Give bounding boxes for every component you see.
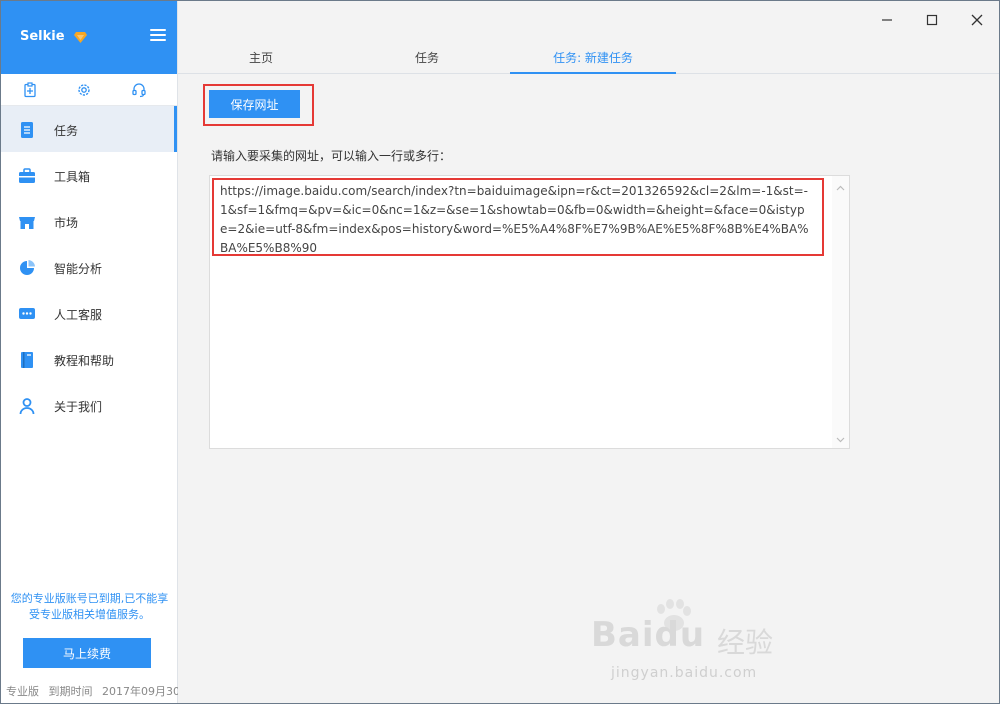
url-highlight-box (212, 178, 824, 256)
version-info: 专业版 到期时间 2017年09月30日 (6, 683, 191, 699)
scroll-up-icon[interactable] (836, 182, 845, 191)
app-window: Selkie 任务 工具箱 市场 智能分析 人工客服 教程和帮助 关于我们 您的… (0, 0, 1000, 704)
watermark-suffix: 经验 (717, 626, 774, 659)
sidebar-item-label: 关于我们 (54, 400, 103, 414)
task-icon (18, 121, 36, 139)
sidebar-item-task[interactable]: 任务 (1, 106, 177, 152)
chat-icon (18, 305, 36, 323)
sidebar-item-support[interactable]: 人工客服 (1, 290, 177, 336)
brand-header: Selkie (1, 1, 177, 74)
sidebar-item-label: 教程和帮助 (54, 354, 115, 368)
expired-notice-line: 您的专业版账号已到期,已不能享 (10, 592, 169, 605)
textarea-scrollbar[interactable] (832, 176, 849, 448)
save-button-highlight: 保存网址 (203, 84, 314, 126)
sidebar-item-toolbox[interactable]: 工具箱 (1, 152, 177, 198)
sidebar-item-about[interactable]: 关于我们 (1, 382, 177, 428)
tab-home[interactable]: 主页 (178, 49, 344, 74)
window-controls (864, 1, 999, 41)
tab-new-task[interactable]: 任务: 新建任务 (510, 49, 676, 74)
gear-icon[interactable] (76, 82, 92, 98)
diamond-icon (74, 32, 87, 46)
version-label: 专业版 (6, 685, 39, 698)
watermark-url: jingyan.baidu.com (611, 665, 758, 681)
scroll-down-icon[interactable] (836, 433, 845, 443)
headset-icon[interactable] (131, 82, 147, 98)
quick-actions (1, 74, 177, 106)
sidebar-item-label: 智能分析 (54, 262, 103, 276)
sidebar-item-analysis[interactable]: 智能分析 (1, 244, 177, 290)
sidebar-item-market[interactable]: 市场 (1, 198, 177, 244)
minimize-icon[interactable] (864, 1, 909, 39)
expiry-label: 到期时间 (48, 685, 93, 698)
hamburger-menu-icon[interactable] (150, 29, 166, 43)
pie-chart-icon (18, 259, 36, 277)
sidebar-item-label: 市场 (54, 216, 79, 230)
url-textarea[interactable]: https://image.baidu.com/search/index?tn=… (209, 175, 850, 449)
clipboard-icon[interactable] (22, 82, 38, 98)
save-url-button[interactable]: 保存网址 (209, 90, 300, 118)
expired-notice-line: 受专业版相关增值服务。 (29, 608, 150, 621)
toolbox-icon (18, 167, 36, 185)
renew-button[interactable]: 马上续费 (23, 638, 151, 668)
tab-bar: 主页 任务 任务: 新建任务 (178, 41, 999, 74)
tab-tasks[interactable]: 任务 (344, 49, 510, 74)
baidu-jingyan-watermark: Baidu 经验 jingyan.baidu.com (591, 599, 811, 689)
close-icon[interactable] (954, 1, 999, 39)
sidebar-item-help[interactable]: 教程和帮助 (1, 336, 177, 382)
sidebar-item-label: 人工客服 (54, 308, 103, 322)
market-icon (18, 213, 36, 231)
brand-name: Selkie (20, 29, 65, 44)
expired-notice: 您的专业版账号已到期,已不能享 受专业版相关增值服务。 (1, 591, 178, 623)
watermark-brand: Baidu (591, 615, 706, 655)
sidebar-item-label: 工具箱 (54, 170, 91, 184)
main-panel: 主页 任务 任务: 新建任务 保存网址 请输入要采集的网址，可以输入一行或多行：… (178, 1, 999, 703)
sidebar: Selkie 任务 工具箱 市场 智能分析 人工客服 教程和帮助 关于我们 您的… (1, 1, 191, 703)
sidebar-nav: 任务 工具箱 市场 智能分析 人工客服 教程和帮助 关于我们 (1, 106, 177, 428)
user-icon (18, 397, 36, 415)
sidebar-item-label: 任务 (54, 124, 79, 138)
maximize-icon[interactable] (909, 1, 954, 39)
url-prompt-label: 请输入要采集的网址，可以输入一行或多行： (211, 149, 452, 163)
book-icon (18, 351, 36, 369)
